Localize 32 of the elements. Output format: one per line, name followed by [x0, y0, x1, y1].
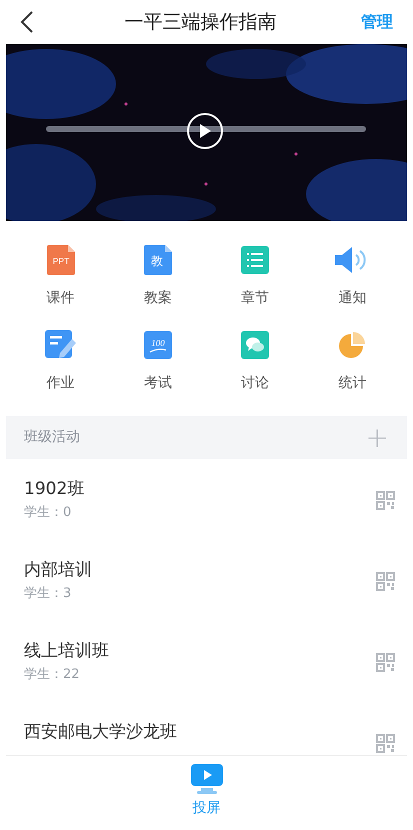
ppt-file-icon: PPT [46, 245, 75, 275]
tool-button[interactable]: 讨论 [206, 330, 304, 393]
student-count: 学生：22 [24, 666, 81, 684]
page-title: 一平三端操作指南 [124, 10, 276, 35]
student-count: 学生：3 [24, 585, 72, 603]
tool-button[interactable]: 100 考试 [109, 330, 206, 393]
document-icon: 教 [144, 245, 172, 275]
section-title: 班级活动 [24, 428, 80, 447]
class-name[interactable]: 线上培训班 [24, 637, 109, 665]
qr-code-icon[interactable] [376, 572, 395, 591]
pie-chart-icon [338, 331, 366, 359]
edit-note-icon [45, 330, 76, 360]
qr-code-icon[interactable] [376, 734, 395, 753]
play-button[interactable] [187, 113, 223, 149]
monitor-play-icon [190, 764, 222, 794]
class-name[interactable]: 内部培训 [24, 556, 92, 584]
list-icon [241, 246, 270, 274]
play-icon [199, 124, 211, 138]
tool-button[interactable]: 通知 [304, 245, 401, 308]
tool-button[interactable]: 作业 [12, 330, 110, 393]
class-name[interactable]: 西安邮电大学沙龙班 [24, 718, 177, 746]
tool-button[interactable]: 统计 [304, 330, 401, 393]
qr-code-icon[interactable] [376, 653, 395, 672]
back-icon [20, 10, 34, 34]
tool-button[interactable]: PPT 课件 [12, 245, 110, 308]
tool-button[interactable]: 章节 [206, 245, 304, 308]
tool-button[interactable]: 教 教案 [109, 245, 206, 308]
chat-bubbles-icon [241, 331, 270, 359]
student-count: 学生：0 [24, 504, 72, 522]
score-icon: 100 [144, 331, 172, 359]
class-name[interactable]: 1902班 [24, 475, 84, 503]
qr-code-icon[interactable] [376, 491, 395, 510]
